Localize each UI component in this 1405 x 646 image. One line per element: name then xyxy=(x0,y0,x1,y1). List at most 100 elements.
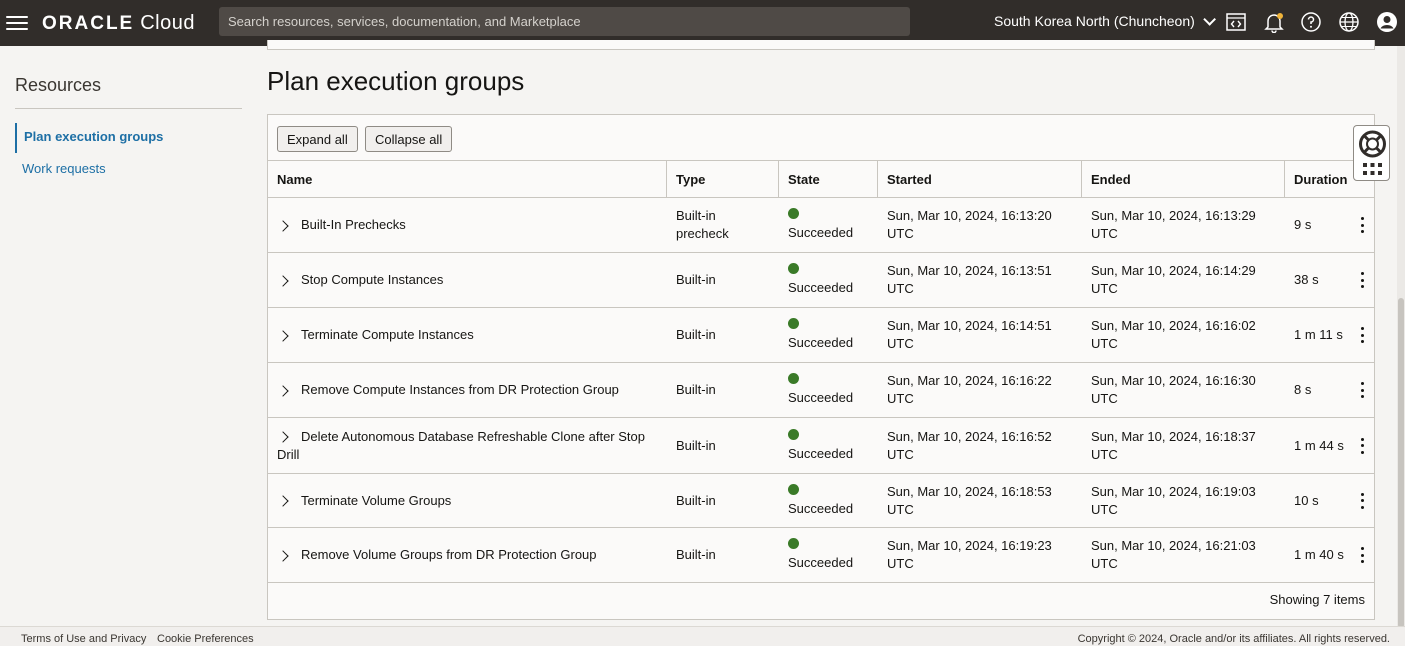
chevron-right-icon[interactable] xyxy=(277,549,289,562)
cell-name-wrap: Remove Volume Groups from DR Protection … xyxy=(277,546,597,564)
cell-state: Succeeded xyxy=(779,198,878,252)
group-name: Built-In Prechecks xyxy=(301,217,406,232)
notifications-bell-icon[interactable] xyxy=(1263,11,1285,34)
cell-ended: Sun, Mar 10, 2024, 16:16:30 UTC xyxy=(1082,363,1285,417)
succeeded-status-icon xyxy=(788,428,799,440)
cell-state: Succeeded xyxy=(779,418,878,473)
cell-type-text: Built-in xyxy=(676,437,716,453)
cell-duration-text: 9 s xyxy=(1294,217,1312,232)
cell-name: Terminate Volume Groups xyxy=(268,474,667,527)
chevron-right-icon[interactable] xyxy=(277,219,289,232)
chevron-right-icon[interactable] xyxy=(277,384,289,397)
chevron-down-icon xyxy=(1203,12,1216,26)
page-title: Plan execution groups xyxy=(267,66,525,96)
cell-ended-text: Sun, Mar 10, 2024, 16:16:30 UTC xyxy=(1091,373,1256,406)
chevron-right-icon[interactable] xyxy=(277,274,289,287)
cell-type-text: Built-in xyxy=(676,382,716,397)
row-actions-kebab-icon[interactable] xyxy=(1359,547,1365,563)
resources-sidebar: Resources Plan execution groups Work req… xyxy=(0,46,256,626)
user-profile-icon[interactable] xyxy=(1376,11,1398,33)
menu-icon[interactable] xyxy=(6,12,28,34)
cell-type-text: Built-in xyxy=(676,327,716,342)
cell-name-wrap: Terminate Volume Groups xyxy=(277,492,451,510)
previous-section-frame xyxy=(267,40,1375,50)
cell-duration-text: 8 s xyxy=(1294,382,1312,397)
cell-ended: Sun, Mar 10, 2024, 16:16:02 UTC xyxy=(1082,308,1285,362)
cell-type: Built-in precheck xyxy=(667,198,779,252)
cell-started-text: Sun, Mar 10, 2024, 16:14:51 UTC xyxy=(887,318,1052,351)
row-actions-kebab-icon[interactable] xyxy=(1359,217,1365,233)
region-label: South Korea North (Chuncheon) xyxy=(994,13,1195,29)
state-label: Succeeded xyxy=(788,335,854,350)
column-header-ended[interactable]: Ended xyxy=(1082,161,1285,198)
cell-ended-text: Sun, Mar 10, 2024, 16:13:29 UTC xyxy=(1091,208,1256,241)
column-header-type[interactable]: Type xyxy=(667,161,779,198)
table-row: Remove Volume Groups from DR Protection … xyxy=(268,528,1374,583)
row-actions-kebab-icon[interactable] xyxy=(1359,382,1365,398)
cell-started: Sun, Mar 10, 2024, 16:19:23 UTC xyxy=(878,528,1082,582)
expand-all-button[interactable]: Expand all xyxy=(277,126,358,152)
table-row: Stop Compute Instances Built-in Succeeded S… xyxy=(268,253,1374,308)
cell-started: Sun, Mar 10, 2024, 16:16:52 UTC xyxy=(878,418,1082,473)
help-icon[interactable] xyxy=(1300,11,1322,33)
cell-ended-text: Sun, Mar 10, 2024, 16:14:29 UTC xyxy=(1091,263,1256,296)
succeeded-status-icon xyxy=(788,483,799,495)
cell-state: Succeeded xyxy=(779,308,878,362)
support-widget[interactable] xyxy=(1353,125,1390,181)
table-row: Terminate Compute Instances Built-in Succe… xyxy=(268,308,1374,363)
cell-type-text: Built-in xyxy=(676,272,716,287)
succeeded-status-icon xyxy=(788,318,799,329)
cell-name: Terminate Compute Instances xyxy=(268,308,667,362)
region-selector[interactable]: South Korea North (Chuncheon) xyxy=(994,12,1216,29)
group-name: Delete Autonomous Database Refreshable C… xyxy=(277,428,645,462)
state-wrap: Succeeded xyxy=(788,428,854,463)
cell-name-wrap: Built-In Prechecks xyxy=(277,216,406,234)
column-header-state[interactable]: State xyxy=(779,161,878,198)
cell-type: Built-in xyxy=(667,253,779,307)
row-actions-kebab-icon[interactable] xyxy=(1359,327,1365,343)
sidebar-item-work-requests[interactable]: Work requests xyxy=(15,155,242,185)
cell-name: Delete Autonomous Database Refreshable C… xyxy=(268,418,667,473)
chevron-right-icon[interactable] xyxy=(277,431,289,443)
language-globe-icon[interactable] xyxy=(1338,11,1360,33)
cell-state: Succeeded xyxy=(779,528,878,582)
cell-type-text: Built-in xyxy=(676,547,716,562)
page-scrollbar[interactable] xyxy=(1397,46,1405,628)
table-row: Remove Compute Instances from DR Protect… xyxy=(268,363,1374,418)
state-label: Succeeded xyxy=(788,390,854,405)
cell-started: Sun, Mar 10, 2024, 16:13:51 UTC xyxy=(878,253,1082,307)
chevron-right-icon[interactable] xyxy=(277,495,289,507)
collapse-all-button[interactable]: Collapse all xyxy=(365,126,453,152)
state-wrap: Succeeded xyxy=(788,483,853,518)
cookie-preferences-link[interactable]: Cookie Preferences xyxy=(157,633,254,645)
plan-execution-groups-table-panel: Expand all Collapse all Name Type State … xyxy=(267,114,1375,620)
state-label: Succeeded xyxy=(788,280,854,295)
group-name: Terminate Volume Groups xyxy=(301,492,452,508)
cell-started-text: Sun, Mar 10, 2024, 16:18:53 UTC xyxy=(887,483,1052,517)
row-actions-kebab-icon[interactable] xyxy=(1359,437,1365,454)
chevron-right-icon[interactable] xyxy=(277,329,289,342)
cell-state: Succeeded xyxy=(779,363,878,417)
cell-duration-text: 1 m 44 s xyxy=(1294,437,1344,453)
row-actions-kebab-icon[interactable] xyxy=(1359,492,1365,509)
column-header-started[interactable]: Started xyxy=(878,161,1082,198)
oracle-cloud-logo[interactable]: ORACLE Cloud xyxy=(42,12,195,35)
table-row: Built-In Prechecks Built-in precheck Succe… xyxy=(268,198,1374,253)
cell-started-text: Sun, Mar 10, 2024, 16:13:20 UTC xyxy=(887,208,1052,241)
grid-dots-icon xyxy=(1363,163,1382,175)
scrollbar-thumb[interactable] xyxy=(1398,298,1404,628)
search-input[interactable]: Search resources, services, documentatio… xyxy=(219,7,910,36)
cell-type-text: Built-in xyxy=(676,492,716,508)
cell-type: Built-in xyxy=(667,308,779,362)
column-header-name[interactable]: Name xyxy=(268,161,667,198)
state-label: Succeeded xyxy=(788,445,854,461)
sidebar-item-plan-execution-groups[interactable]: Plan execution groups xyxy=(15,123,242,153)
table-header: Name Type State Started Ended Duration xyxy=(268,160,1374,198)
terms-link[interactable]: Terms of Use and Privacy xyxy=(21,633,146,645)
code-editor-icon[interactable] xyxy=(1225,11,1247,33)
cell-type: Built-in xyxy=(667,363,779,417)
row-actions-kebab-icon[interactable] xyxy=(1359,272,1365,288)
cell-ended: Sun, Mar 10, 2024, 16:21:03 UTC xyxy=(1082,528,1285,582)
cell-name-wrap: Terminate Compute Instances xyxy=(277,326,474,344)
group-name: Remove Volume Groups from DR Protection … xyxy=(301,547,597,562)
